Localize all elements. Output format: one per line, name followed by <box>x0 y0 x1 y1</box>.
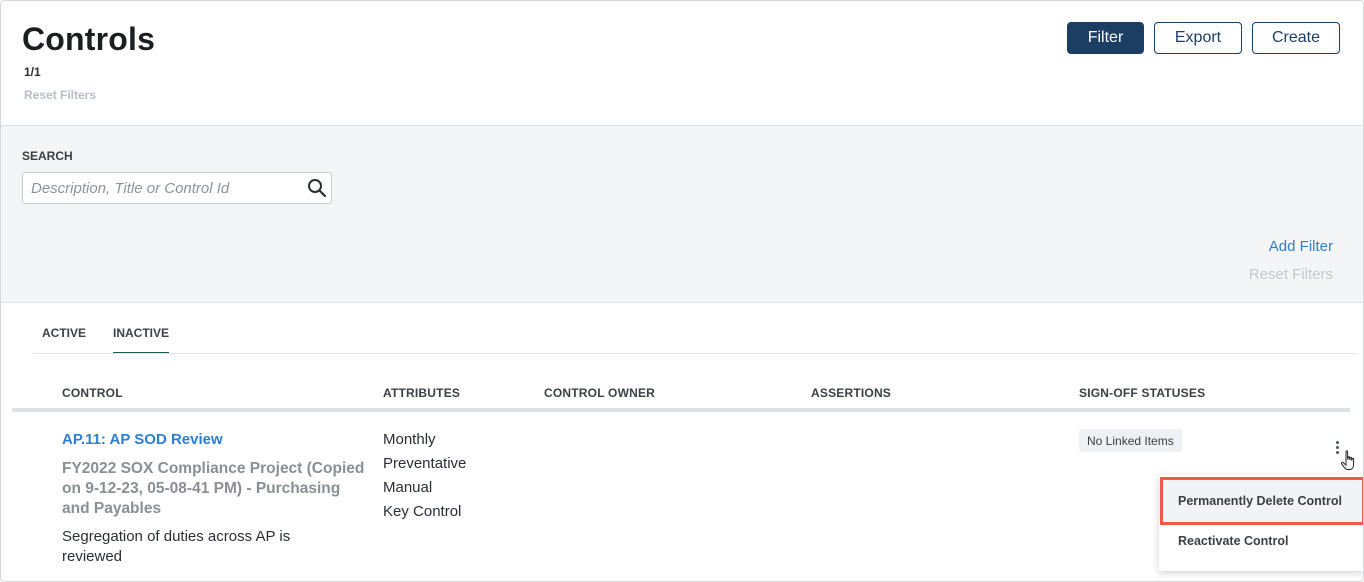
attribute-frequency: Monthly <box>383 431 436 448</box>
control-title-link[interactable]: AP.11: AP SOD Review <box>62 431 223 448</box>
attribute-key: Key Control <box>383 503 462 520</box>
attribute-type: Preventative <box>383 455 467 472</box>
filter-button[interactable]: Filter <box>1067 22 1144 54</box>
page-title: Controls <box>22 21 156 57</box>
column-header-control[interactable]: CONTROL <box>62 386 123 400</box>
search-label: SEARCH <box>22 149 73 163</box>
search-icon[interactable] <box>307 178 327 198</box>
create-button[interactable]: Create <box>1252 22 1340 54</box>
signoff-status-badge: No Linked Items <box>1079 429 1182 452</box>
tab-active[interactable]: ACTIVE <box>42 321 86 354</box>
controls-page: Controls 1/1 Reset Filters Filter Export… <box>0 0 1364 582</box>
result-count: 1/1 <box>24 65 41 79</box>
column-header-signoff-statuses[interactable]: SIGN-OFF STATUSES <box>1079 386 1205 400</box>
row-actions-menu: Permanently Delete Control Reactivate Co… <box>1159 475 1363 571</box>
filter-panel: SEARCH Add Filter Reset Filters <box>1 125 1363 303</box>
export-button[interactable]: Export <box>1154 22 1242 54</box>
permanently-delete-control-menu-item[interactable]: Permanently Delete Control <box>1159 479 1363 523</box>
column-header-control-owner[interactable]: CONTROL OWNER <box>544 386 655 400</box>
column-header-attributes[interactable]: ATTRIBUTES <box>383 386 460 400</box>
control-description: Segregation of duties across AP is revie… <box>62 528 291 565</box>
search-box <box>22 172 332 204</box>
hand-cursor-icon <box>1340 450 1355 470</box>
reactivate-control-menu-item[interactable]: Reactivate Control <box>1159 521 1363 561</box>
control-project: FY2022 SOX Compliance Project (Copied on… <box>62 460 365 517</box>
tabs-divider <box>33 353 1357 354</box>
column-header-assertions[interactable]: ASSERTIONS <box>811 386 891 400</box>
add-filter-link[interactable]: Add Filter <box>1269 238 1333 255</box>
table-header-divider <box>12 408 1350 412</box>
tab-inactive[interactable]: INACTIVE <box>113 321 170 354</box>
attribute-method: Manual <box>383 479 433 496</box>
reset-filters-panel-link[interactable]: Reset Filters <box>1249 266 1333 283</box>
reset-filters-link[interactable]: Reset Filters <box>24 88 96 102</box>
search-input[interactable] <box>23 173 303 203</box>
